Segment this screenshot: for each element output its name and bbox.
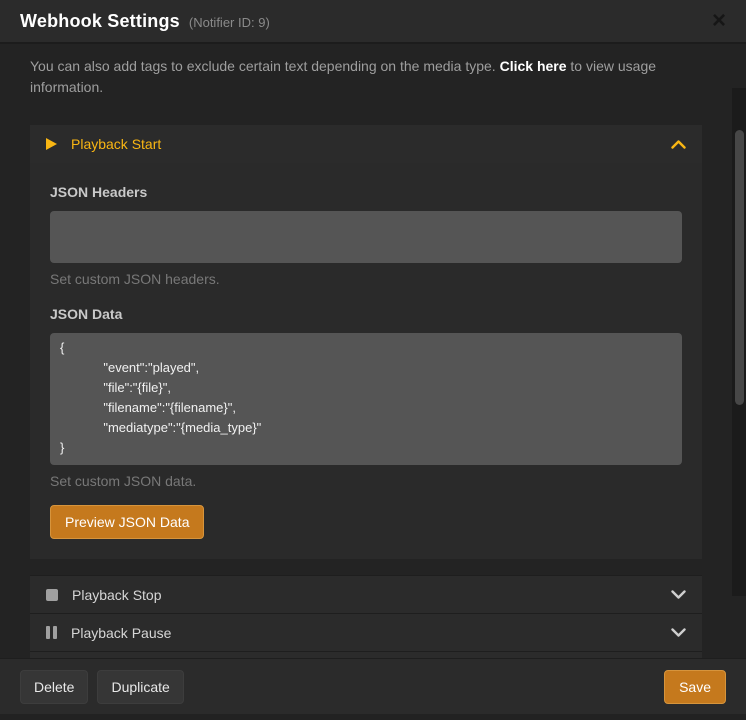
trigger-accordion: Playback Start JSON Headers Set custom J…	[30, 125, 702, 658]
delete-button[interactable]: Delete	[20, 670, 88, 704]
accordion-label: Playback Pause	[71, 625, 171, 641]
accordion-header-playback-pause[interactable]: Playback Pause	[30, 613, 702, 651]
chevron-up-icon	[671, 140, 686, 149]
accordion-label: Playback Start	[71, 136, 161, 152]
accordion-label: Playback Stop	[72, 587, 162, 603]
click-here-link[interactable]: Click here	[500, 58, 567, 74]
modal-footer: Delete Duplicate Save	[0, 658, 746, 720]
json-headers-label: JSON Headers	[50, 184, 682, 200]
json-data-input[interactable]: { "event":"played", "file":"{file}", "fi…	[50, 333, 682, 465]
modal-header: Webhook Settings (Notifier ID: 9) ×	[0, 0, 746, 44]
json-headers-help: Set custom JSON headers.	[50, 271, 682, 287]
usage-info-before: You can also add tags to exclude certain…	[30, 58, 500, 74]
pause-icon	[46, 626, 57, 639]
panel-playback-start: Playback Start JSON Headers Set custom J…	[30, 125, 702, 559]
usage-info-text: You can also add tags to exclude certain…	[30, 56, 702, 98]
playback-start-body: JSON Headers Set custom JSON headers. JS…	[30, 163, 702, 559]
accordion-header-partial[interactable]	[30, 651, 702, 658]
notifier-id-badge: (Notifier ID: 9)	[189, 13, 270, 30]
play-icon	[46, 138, 57, 150]
modal-bottom-edge	[0, 714, 746, 720]
modal-body: You can also add tags to exclude certain…	[0, 44, 746, 658]
accordion-header-playback-stop[interactable]: Playback Stop	[30, 575, 702, 613]
duplicate-button[interactable]: Duplicate	[97, 670, 183, 704]
page-title: Webhook Settings	[20, 11, 180, 32]
scrollbar-thumb[interactable]	[735, 130, 744, 405]
stop-icon	[46, 589, 58, 601]
accordion-header-playback-start[interactable]: Playback Start	[30, 125, 702, 163]
json-headers-input[interactable]	[50, 211, 682, 263]
chevron-down-icon	[671, 628, 686, 637]
save-button[interactable]: Save	[664, 670, 726, 704]
close-icon[interactable]: ×	[712, 9, 726, 33]
json-data-help: Set custom JSON data.	[50, 473, 682, 489]
preview-json-data-button[interactable]: Preview JSON Data	[50, 505, 204, 539]
chevron-down-icon	[671, 590, 686, 599]
json-data-label: JSON Data	[50, 306, 682, 322]
